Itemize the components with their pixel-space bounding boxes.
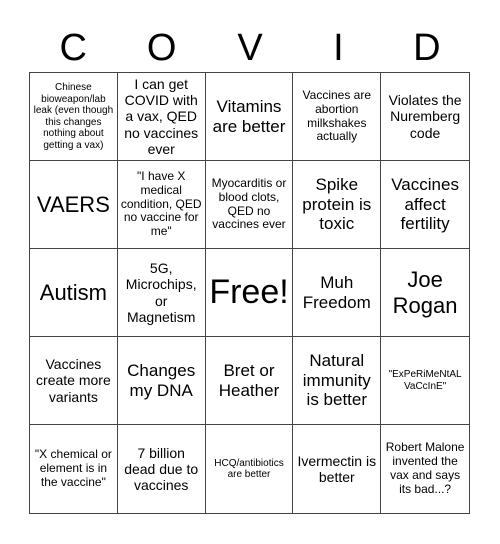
bingo-cell[interactable]: Autism — [30, 249, 118, 337]
bingo-cell[interactable]: Joe Rogan — [381, 249, 469, 337]
bingo-cell-free[interactable]: Free! — [205, 249, 294, 337]
bingo-cell[interactable]: I can get COVID with a vax, QED no vacci… — [117, 73, 206, 161]
bingo-cell[interactable]: Changes my DNA — [117, 337, 206, 425]
bingo-cell[interactable]: "ExPeRiMeNtAL VaCcInE" — [381, 337, 469, 425]
bingo-cell[interactable]: 5G, Microchips, or Magnetism — [117, 249, 206, 337]
header-letter-i: I — [333, 27, 344, 69]
bingo-card-grid: Chinese bioweapon/lab leak (even though … — [29, 72, 470, 514]
bingo-cell[interactable]: Violates the Nuremberg code — [381, 73, 469, 161]
bingo-cell[interactable]: Spike protein is toxic — [293, 161, 382, 249]
header-letter-v: V — [237, 27, 263, 69]
bingo-cell[interactable]: Muh Freedom — [293, 249, 382, 337]
bingo-cell[interactable]: Myocarditis or blood clots, QED no vacci… — [205, 161, 294, 249]
header-letter-c: C — [59, 27, 87, 69]
bingo-cell[interactable]: Robert Malone invented the vax and says … — [381, 425, 469, 513]
bingo-cell[interactable]: VAERS — [30, 161, 118, 249]
bingo-cell[interactable]: "X chemical or element is in the vaccine… — [30, 425, 118, 513]
header-letter-d: D — [413, 27, 441, 69]
bingo-cell[interactable]: Natural immunity is better — [293, 337, 382, 425]
bingo-cell[interactable]: Vaccines affect fertility — [381, 161, 469, 249]
bingo-cell[interactable]: HCQ/antibiotics are better — [206, 425, 294, 513]
bingo-cell[interactable]: Bret or Heather — [205, 337, 294, 425]
bingo-cell[interactable]: Vaccines are abortion milkshakes actuall… — [293, 73, 382, 161]
header-letter-o: O — [146, 27, 177, 69]
bingo-cell[interactable]: Chinese bioweapon/lab leak (even though … — [30, 73, 118, 161]
bingo-header: C O V I D — [29, 28, 471, 68]
bingo-cell[interactable]: 7 billion dead due to vaccines — [118, 425, 206, 513]
bingo-cell[interactable]: Vaccines create more variants — [30, 337, 118, 425]
bingo-cell[interactable]: Vitamins are better — [205, 73, 294, 161]
bingo-cell[interactable]: Ivermectin is better — [293, 425, 382, 513]
bingo-cell[interactable]: "I have X medical condition, QED no vacc… — [117, 161, 206, 249]
